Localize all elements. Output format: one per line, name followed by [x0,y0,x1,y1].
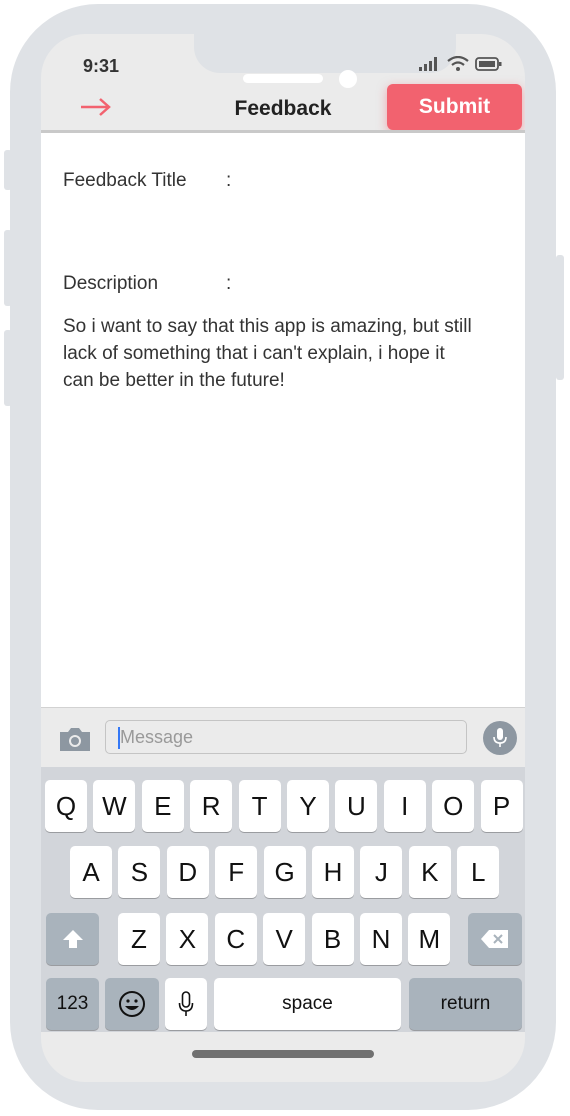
shift-icon [62,930,83,948]
message-input[interactable] [105,720,467,754]
key-e[interactable]: E [141,780,184,832]
shift-key[interactable] [46,913,99,965]
feedback-title-colon: : [226,170,232,191]
description-text[interactable]: So i want to say that this app is amazin… [63,313,473,394]
speaker [243,74,323,83]
key-j[interactable]: J [360,846,403,898]
power-button [556,255,564,380]
key-n[interactable]: N [360,913,402,965]
text-cursor [118,727,120,749]
key-v[interactable]: V [263,913,306,965]
numbers-key[interactable]: 123 [46,978,99,1030]
key-r[interactable]: R [190,780,233,832]
key-k[interactable]: K [408,846,451,898]
home-indicator [192,1050,374,1058]
key-x[interactable]: X [166,913,209,965]
battery-icon [475,57,502,71]
keyboard: QWERTYUIOP ASDFGHJKL ZXCVBNM 123 space r… [41,767,525,1032]
key-q[interactable]: Q [45,780,87,832]
key-t[interactable]: T [238,780,281,832]
return-key[interactable]: return [409,978,522,1030]
emoji-key[interactable] [105,978,159,1030]
key-w[interactable]: W [93,780,136,832]
key-d[interactable]: D [166,846,209,898]
notch [194,34,456,73]
description-label: Description [63,273,159,294]
navigation-bar: Feedback Submit [41,84,525,130]
key-u[interactable]: U [335,780,378,832]
key-b[interactable]: B [311,913,354,965]
key-z[interactable]: Z [118,913,160,965]
microphone-icon [178,991,194,1016]
status-icons [419,56,503,72]
key-h[interactable]: H [312,846,354,898]
key-c[interactable]: C [214,913,257,965]
status-time: 9:31 [83,56,120,76]
feedback-form: Feedback Title : Description : So i want… [41,133,525,707]
key-a[interactable]: A [70,846,112,898]
key-s[interactable]: S [118,846,161,898]
key-m[interactable]: M [408,913,451,965]
key-f[interactable]: F [215,846,258,898]
dictation-key[interactable] [165,978,207,1030]
message-bar [41,707,525,768]
submit-button[interactable]: Submit [387,84,522,130]
key-g[interactable]: G [263,846,306,898]
volume-down-button [4,330,12,406]
microphone-icon[interactable] [483,721,517,755]
key-p[interactable]: P [480,780,523,832]
key-y[interactable]: Y [287,780,329,832]
key-l[interactable]: L [457,846,500,898]
feedback-title-label: Feedback Title [63,170,187,191]
key-o[interactable]: O [432,780,475,832]
delete-icon [481,930,508,948]
key-i[interactable]: I [383,780,426,832]
volume-up-button [4,230,12,306]
signal-icon [419,57,437,71]
camera-icon[interactable] [57,725,93,758]
silent-switch [4,150,12,190]
description-colon: : [226,273,232,294]
space-key[interactable]: space [214,978,401,1030]
phone-screen: 9:31 Feedback Submit Feedback Title: De… [41,34,525,1082]
emoji-icon [119,991,145,1017]
wifi-icon [447,56,469,71]
delete-key[interactable] [468,913,522,965]
